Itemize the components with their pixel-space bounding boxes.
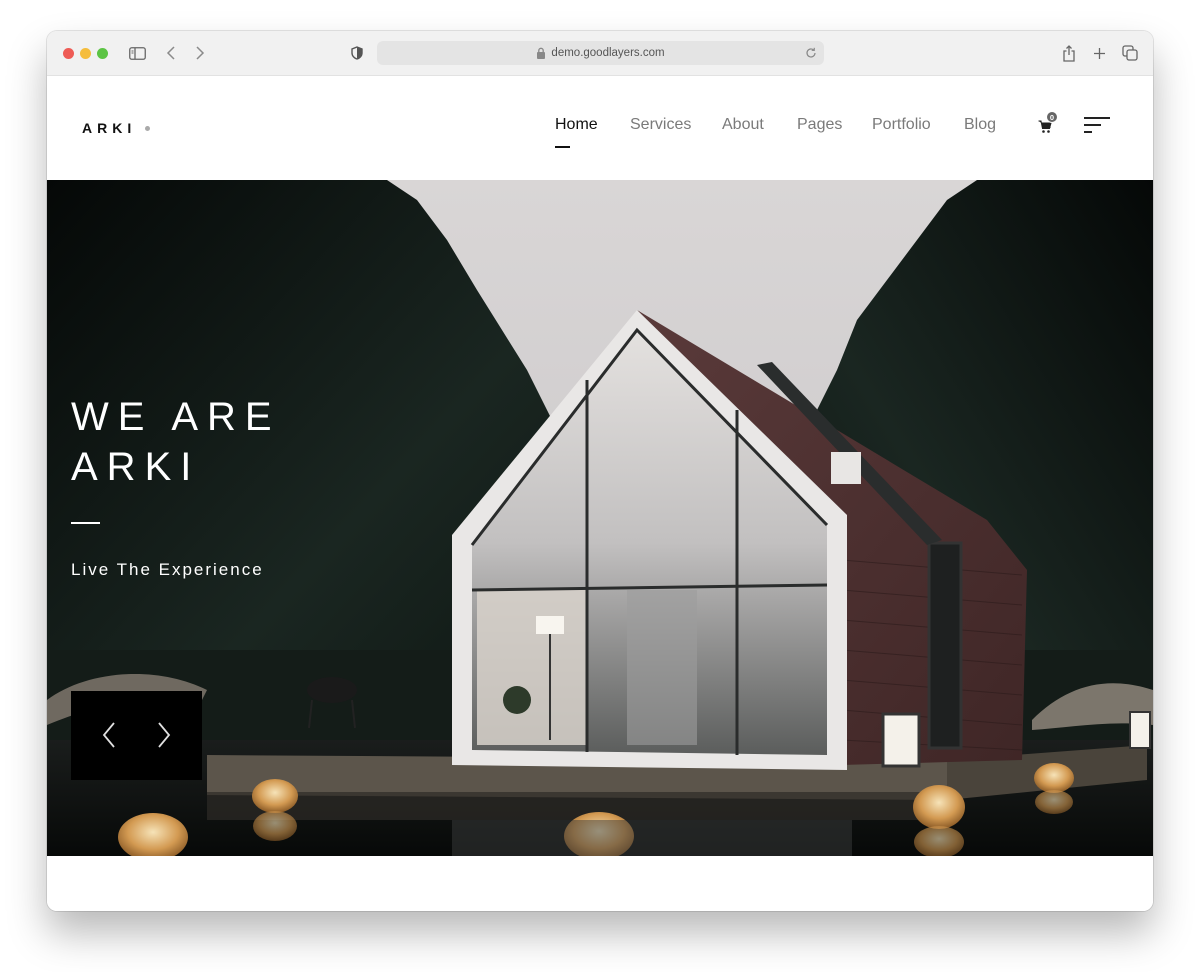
logo-dot: [145, 126, 150, 131]
active-nav-indicator: [555, 146, 570, 148]
hamburger-menu-icon[interactable]: [1084, 115, 1110, 135]
page-content-below-hero: [47, 856, 1153, 911]
nav-item-home[interactable]: Home: [555, 116, 598, 134]
url-text: demo.goodlayers.com: [551, 47, 665, 59]
nav-item-about[interactable]: About: [722, 116, 764, 134]
hero-title: WE ARE ARKI: [71, 392, 281, 492]
slider-controls: [71, 691, 202, 780]
nav-item-services[interactable]: Services: [630, 116, 691, 134]
share-icon[interactable]: [1059, 43, 1079, 63]
tab-overview-icon[interactable]: [1120, 43, 1140, 63]
hero-slider: WE ARE ARKI Live The Experience: [47, 180, 1153, 856]
nav-item-portfolio[interactable]: Portfolio: [872, 116, 931, 134]
privacy-shield-icon[interactable]: [347, 43, 367, 63]
hero-divider: [71, 522, 100, 524]
back-icon[interactable]: [161, 43, 181, 63]
sidebar-toggle-icon[interactable]: [127, 43, 147, 63]
site-header: ARKI Home Services About Pages Portfolio…: [47, 76, 1153, 180]
hero-title-line-1: WE ARE: [71, 395, 281, 439]
browser-toolbar: demo.goodlayers.com: [47, 31, 1153, 76]
nav-item-blog[interactable]: Blog: [964, 116, 996, 134]
hero-background-image: [47, 180, 1153, 856]
reload-icon[interactable]: [804, 46, 818, 60]
slider-prev-arrow-icon[interactable]: [98, 721, 122, 749]
cart-count-badge: 0: [1046, 111, 1058, 123]
hero-subtitle: Live The Experience: [71, 560, 264, 579]
maximize-window-button[interactable]: [97, 48, 108, 59]
nav-item-pages[interactable]: Pages: [797, 116, 842, 134]
minimize-window-button[interactable]: [80, 48, 91, 59]
slider-next-arrow-icon[interactable]: [151, 721, 175, 749]
new-tab-icon[interactable]: [1089, 43, 1109, 63]
lock-icon: [537, 47, 546, 59]
browser-window: demo.goodlayers.com ARKI Home Services A…: [47, 31, 1153, 911]
address-bar[interactable]: demo.goodlayers.com: [377, 41, 824, 65]
close-window-button[interactable]: [63, 48, 74, 59]
site-logo[interactable]: ARKI: [82, 120, 136, 136]
hero-title-line-2: ARKI: [71, 445, 201, 489]
forward-icon[interactable]: [190, 43, 210, 63]
